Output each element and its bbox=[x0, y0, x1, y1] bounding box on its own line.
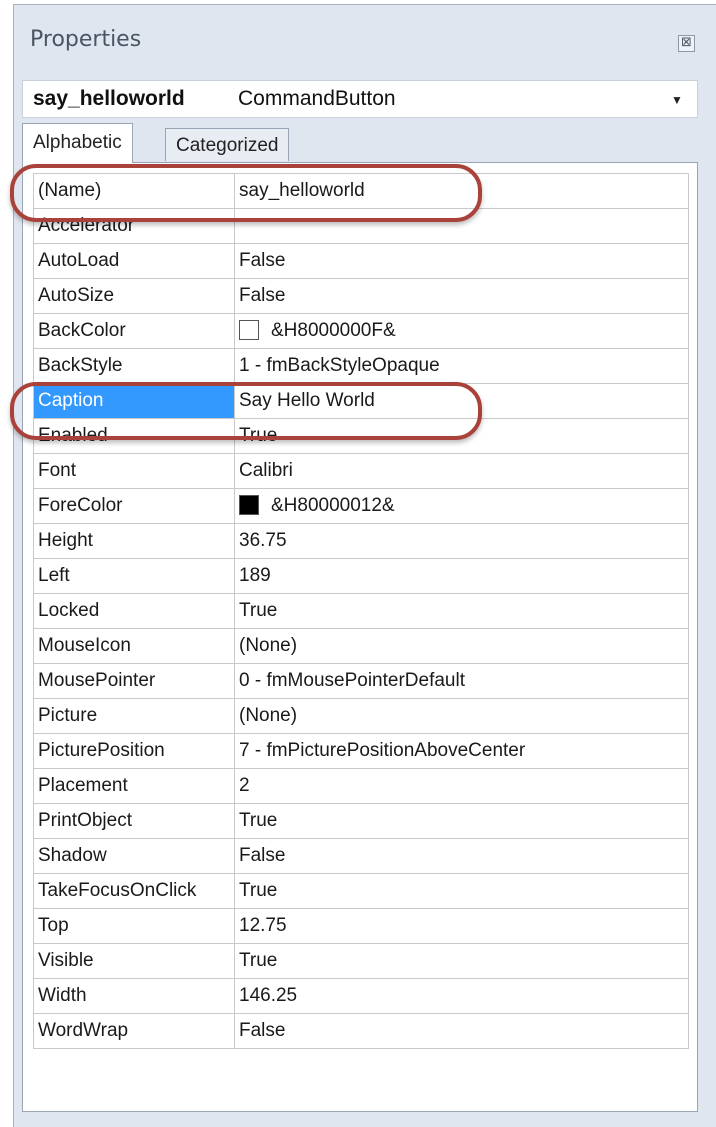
property-name[interactable]: ForeColor bbox=[33, 488, 235, 524]
property-name[interactable]: Accelerator bbox=[33, 208, 235, 244]
property-grid-frame: (Name) say_helloworld Accelerator AutoLoad F… bbox=[22, 162, 698, 1112]
property-name[interactable]: Enabled bbox=[33, 418, 235, 454]
property-row[interactable]: WordWrap False bbox=[33, 1013, 689, 1049]
property-row[interactable]: PrintObject True bbox=[33, 803, 689, 839]
property-value-text: &H80000012& bbox=[271, 495, 395, 516]
property-row[interactable]: PicturePosition 7 - fmPicturePositionAbov… bbox=[33, 733, 689, 769]
tab-categorized[interactable]: Categorized bbox=[165, 128, 290, 161]
property-value[interactable]: True bbox=[234, 593, 689, 629]
property-value[interactable]: Say Hello World bbox=[234, 383, 689, 419]
property-row[interactable]: TakeFocusOnClick True bbox=[33, 873, 689, 909]
property-row[interactable]: Shadow False bbox=[33, 838, 689, 874]
property-row[interactable]: Caption Say Hello World bbox=[33, 383, 689, 419]
property-row[interactable]: Accelerator bbox=[33, 208, 689, 244]
property-value[interactable]: 36.75 bbox=[234, 523, 689, 559]
property-name[interactable]: PicturePosition bbox=[33, 733, 235, 769]
object-name: say_helloworld bbox=[33, 87, 185, 110]
property-row[interactable]: Top 12.75 bbox=[33, 908, 689, 944]
property-row[interactable]: (Name) say_helloworld bbox=[33, 173, 689, 209]
property-value[interactable]: say_helloworld bbox=[234, 173, 689, 209]
property-value[interactable]: True bbox=[234, 873, 689, 909]
property-row[interactable]: Visible True bbox=[33, 943, 689, 979]
property-name[interactable]: Shadow bbox=[33, 838, 235, 874]
property-value[interactable]: 189 bbox=[234, 558, 689, 594]
property-name[interactable]: AutoLoad bbox=[33, 243, 235, 279]
property-value[interactable]: (None) bbox=[234, 698, 689, 734]
property-name[interactable]: Placement bbox=[33, 768, 235, 804]
property-value[interactable]: 12.75 bbox=[234, 908, 689, 944]
property-name[interactable]: MouseIcon bbox=[33, 628, 235, 664]
object-type: CommandButton bbox=[238, 87, 396, 110]
property-row[interactable]: BackStyle 1 - fmBackStyleOpaque bbox=[33, 348, 689, 384]
close-icon[interactable]: ⊠ bbox=[678, 35, 695, 52]
property-row[interactable]: Height 36.75 bbox=[33, 523, 689, 559]
title-bar: Properties ⊠ bbox=[14, 5, 716, 81]
property-row[interactable]: Left 189 bbox=[33, 558, 689, 594]
property-name[interactable]: Locked bbox=[33, 593, 235, 629]
view-tabs: Alphabetic Categorized bbox=[22, 123, 698, 163]
property-value[interactable]: 7 - fmPicturePositionAboveCenter bbox=[234, 733, 689, 769]
chevron-down-icon[interactable]: ▼ bbox=[671, 93, 683, 107]
property-value[interactable]: False bbox=[234, 1013, 689, 1049]
window-title: Properties bbox=[30, 27, 142, 52]
property-value[interactable]: True bbox=[234, 418, 689, 454]
property-row[interactable]: Picture (None) bbox=[33, 698, 689, 734]
property-value[interactable]: False bbox=[234, 278, 689, 314]
property-name[interactable]: PrintObject bbox=[33, 803, 235, 839]
property-value[interactable]: False bbox=[234, 838, 689, 874]
property-value[interactable]: 1 - fmBackStyleOpaque bbox=[234, 348, 689, 384]
property-row[interactable]: AutoLoad False bbox=[33, 243, 689, 279]
property-value-text: &H8000000F& bbox=[271, 320, 396, 341]
property-name[interactable]: (Name) bbox=[33, 173, 235, 209]
property-row[interactable]: Width 146.25 bbox=[33, 978, 689, 1014]
property-row[interactable]: MousePointer 0 - fmMousePointerDefault bbox=[33, 663, 689, 699]
property-name[interactable]: Left bbox=[33, 558, 235, 594]
property-row[interactable]: BackColor &H8000000F& bbox=[33, 313, 689, 349]
property-name[interactable]: Font bbox=[33, 453, 235, 489]
property-value[interactable]: &H8000000F& bbox=[234, 313, 689, 349]
property-name[interactable]: TakeFocusOnClick bbox=[33, 873, 235, 909]
property-name[interactable]: WordWrap bbox=[33, 1013, 235, 1049]
tab-alphabetic[interactable]: Alphabetic bbox=[22, 123, 133, 163]
color-swatch bbox=[239, 495, 259, 515]
property-row[interactable]: Font Calibri bbox=[33, 453, 689, 489]
property-name[interactable]: Picture bbox=[33, 698, 235, 734]
property-row[interactable]: Locked True bbox=[33, 593, 689, 629]
property-name[interactable]: MousePointer bbox=[33, 663, 235, 699]
color-swatch bbox=[239, 320, 259, 340]
property-grid: (Name) say_helloworld Accelerator AutoLoad F… bbox=[33, 173, 689, 1049]
property-value[interactable] bbox=[234, 208, 689, 244]
property-row[interactable]: Enabled True bbox=[33, 418, 689, 454]
property-value[interactable]: True bbox=[234, 803, 689, 839]
property-name[interactable]: Height bbox=[33, 523, 235, 559]
property-name[interactable]: AutoSize bbox=[33, 278, 235, 314]
property-value[interactable]: 2 bbox=[234, 768, 689, 804]
property-value[interactable]: (None) bbox=[234, 628, 689, 664]
property-row[interactable]: AutoSize False bbox=[33, 278, 689, 314]
property-value[interactable]: Calibri bbox=[234, 453, 689, 489]
object-selector-dropdown[interactable]: say_helloworld CommandButton ▼ bbox=[22, 80, 698, 118]
property-value[interactable]: 0 - fmMousePointerDefault bbox=[234, 663, 689, 699]
property-name[interactable]: Top bbox=[33, 908, 235, 944]
property-value[interactable]: 146.25 bbox=[234, 978, 689, 1014]
property-name[interactable]: Visible bbox=[33, 943, 235, 979]
property-value[interactable]: True bbox=[234, 943, 689, 979]
property-name[interactable]: BackColor bbox=[33, 313, 235, 349]
property-row[interactable]: Placement 2 bbox=[33, 768, 689, 804]
property-row[interactable]: ForeColor &H80000012& bbox=[33, 488, 689, 524]
property-name[interactable]: Width bbox=[33, 978, 235, 1014]
property-name[interactable]: Caption bbox=[33, 383, 235, 419]
property-name[interactable]: BackStyle bbox=[33, 348, 235, 384]
property-row[interactable]: MouseIcon (None) bbox=[33, 628, 689, 664]
property-value[interactable]: False bbox=[234, 243, 689, 279]
property-value[interactable]: &H80000012& bbox=[234, 488, 689, 524]
